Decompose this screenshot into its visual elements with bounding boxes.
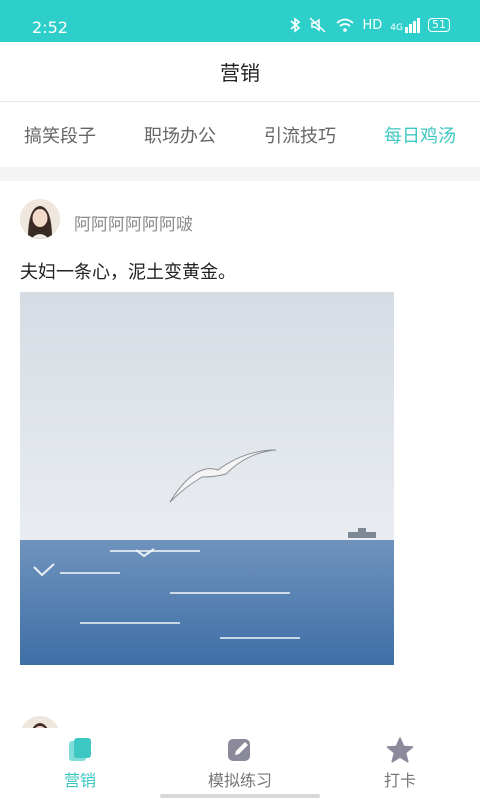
status-time: 2:52 [32, 18, 68, 37]
edit-icon [228, 739, 250, 761]
title-bar: 营销 [0, 42, 480, 102]
copy-icon [69, 738, 91, 761]
nav-checkin[interactable]: 打卡 [320, 728, 480, 800]
bluetooth-icon [289, 17, 300, 33]
nav-label-practice: 模拟练习 [207, 771, 272, 790]
tab-office[interactable]: 职场办公 [120, 122, 240, 148]
home-indicator [160, 794, 320, 798]
nav-marketing[interactable]: 营销 [0, 728, 160, 800]
star-icon [386, 737, 414, 763]
status-icons: HD 4G 51 [289, 17, 450, 33]
nav-label-checkin: 打卡 [383, 771, 416, 790]
nav-label-marketing: 营销 [63, 771, 96, 790]
status-bar: 2:52 HD 4G 51 [0, 0, 480, 42]
category-tabs: 搞笑段子 职场办公 引流技巧 每日鸡汤 [0, 103, 480, 167]
tab-jokes[interactable]: 搞笑段子 [0, 122, 120, 148]
page-title: 营销 [220, 61, 260, 85]
post-image[interactable] [20, 292, 394, 665]
battery-icon: 51 [428, 18, 450, 32]
network-type: HD [362, 17, 383, 33]
section-divider [0, 167, 480, 181]
mute-icon [308, 17, 326, 33]
avatar[interactable] [20, 199, 60, 239]
nav-practice[interactable]: 模拟练习 [160, 728, 320, 800]
signal-label: 4G [390, 22, 403, 33]
signal-icon: 4G [390, 17, 420, 33]
bottom-nav: 营销 模拟练习 打卡 [0, 728, 480, 800]
author-name[interactable]: 阿阿阿阿阿阿啵 [74, 210, 193, 235]
tab-daily-motivation[interactable]: 每日鸡汤 [360, 122, 480, 148]
post-text: 夫妇一条心，泥土变黄金。 [20, 262, 236, 283]
tab-traffic-tips[interactable]: 引流技巧 [240, 122, 360, 148]
wifi-icon [335, 18, 354, 32]
